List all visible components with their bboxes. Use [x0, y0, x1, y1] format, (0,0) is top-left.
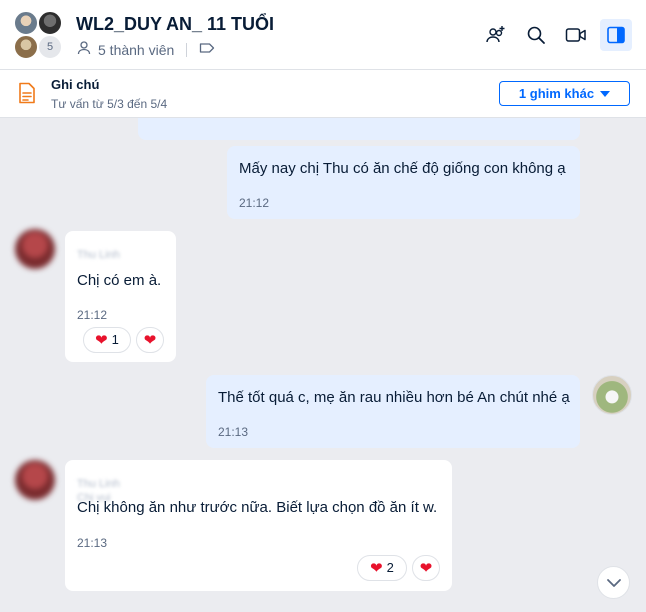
- conversation-header: 5 WL2_DUY AN_ 11 TUỔI 5 thành viên: [0, 0, 646, 70]
- scroll-to-bottom-button[interactable]: [597, 566, 630, 599]
- message-bubble[interactable]: Thế tốt quá c, mẹ ăn rau nhiều hơn bé An…: [206, 375, 580, 448]
- more-pins-button[interactable]: 1 ghim khác: [499, 81, 630, 106]
- search-icon[interactable]: [520, 19, 552, 51]
- more-pins-label: 1 ghim khác: [518, 86, 595, 101]
- reaction-chip[interactable]: ❤ 1: [83, 327, 131, 353]
- message-bubble[interactable]: Mấy nay chị Thu có ăn chế độ giống con k…: [227, 146, 580, 219]
- message-text: Chị có em à.: [77, 272, 162, 289]
- heart-icon: ❤: [419, 559, 433, 577]
- sender-name: Thu Linh: [77, 249, 120, 261]
- pinned-subtitle: Tư vấn từ 5/3 đến 5/4: [51, 97, 168, 111]
- chevron-down-icon: [606, 578, 621, 587]
- reaction-count: 1: [111, 332, 119, 347]
- reaction-count: 2: [386, 560, 394, 575]
- heart-icon: ❤: [143, 331, 157, 349]
- sender-avatar[interactable]: [15, 460, 55, 500]
- member-avatar: [38, 11, 62, 35]
- message-list[interactable]: 1 ❤ Mấy nay chị Thu có ăn chế độ giống c…: [0, 118, 646, 612]
- member-avatar: [14, 11, 38, 35]
- members-info[interactable]: 5 thành viên: [76, 40, 215, 59]
- member-count-badge: 5: [38, 35, 62, 59]
- heart-icon: ❤: [95, 331, 108, 349]
- message-time: 21:12: [239, 196, 270, 210]
- message-time: 21:13: [77, 536, 108, 550]
- message-time: 21:12: [77, 308, 108, 322]
- conversation-title[interactable]: WL2_DUY AN_ 11 TUỔI: [76, 14, 274, 35]
- video-call-icon[interactable]: [560, 19, 592, 51]
- message-bubble[interactable]: Thu Linh Chị có em à. 21:12 ❤ 1 ❤: [65, 231, 176, 362]
- pinned-message-bar[interactable]: Ghi chú Tư vấn từ 5/3 đến 5/4 1 ghim khá…: [0, 70, 646, 118]
- caret-down-icon: [600, 90, 611, 97]
- my-avatar[interactable]: [592, 375, 632, 415]
- add-member-icon[interactable]: [480, 19, 512, 51]
- reaction-chip[interactable]: ❤ 2: [357, 555, 407, 581]
- header-actions: [480, 19, 632, 51]
- pinned-title: Ghi chú: [51, 77, 100, 92]
- sidebar-toggle-icon[interactable]: [600, 19, 632, 51]
- message-bubble[interactable]: Thu Linh Chị vui Chị không ăn như trước …: [65, 460, 452, 591]
- sender-avatar[interactable]: [15, 229, 55, 269]
- tag-icon[interactable]: [199, 41, 215, 58]
- message-bubble[interactable]: 1 ❤: [138, 118, 580, 140]
- message-text: Mấy nay chị Thu có ăn chế độ giống con k…: [239, 160, 566, 177]
- members-label: 5 thành viên: [98, 41, 175, 58]
- divider: [186, 42, 188, 57]
- react-heart-button[interactable]: ❤: [412, 555, 440, 581]
- note-icon: [18, 82, 36, 109]
- group-avatar[interactable]: 5: [14, 11, 64, 61]
- react-heart-button[interactable]: ❤: [136, 327, 164, 353]
- member-avatar: [14, 35, 38, 59]
- message-text: Chị không ăn như trước nữa. Biết lựa chọ…: [77, 499, 438, 516]
- message-text: Thế tốt quá c, mẹ ăn rau nhiều hơn bé An…: [218, 389, 570, 406]
- user-icon: [76, 40, 92, 59]
- message-time: 21:13: [218, 425, 249, 439]
- heart-icon: ❤: [370, 559, 383, 577]
